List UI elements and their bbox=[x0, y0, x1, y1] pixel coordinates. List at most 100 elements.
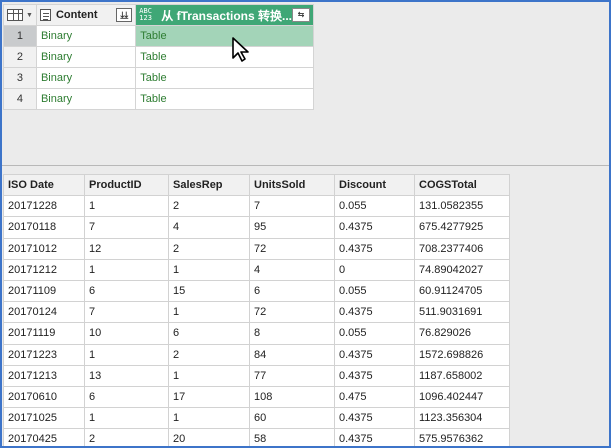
table-cell: 1 bbox=[84, 258, 169, 281]
column-header: SalesRep bbox=[168, 173, 250, 197]
table-row: 20171213 13 1 77 0.4375 1187.658002 bbox=[3, 364, 510, 387]
table-cell: 6 bbox=[84, 385, 169, 409]
table-cell: 0.055 bbox=[334, 279, 415, 303]
table-cell: 1187.658002 bbox=[414, 364, 510, 387]
table-cell: 20 bbox=[168, 428, 250, 446]
chevron-down-icon: ▼ bbox=[26, 11, 33, 19]
table-cell: 0.4375 bbox=[334, 216, 415, 239]
table-cell: 0.4375 bbox=[334, 237, 415, 260]
table-row: 20171025 1 1 60 0.4375 1123.356304 bbox=[3, 407, 510, 430]
table-cell: 1123.356304 bbox=[414, 407, 510, 430]
column-header: COGSTotal bbox=[414, 173, 510, 197]
table-cell: 20171012 bbox=[3, 237, 85, 260]
table-cell: 72 bbox=[249, 301, 335, 324]
table-cell: 1572.698826 bbox=[414, 343, 510, 366]
table-link-cell[interactable]: Table bbox=[135, 25, 314, 47]
column-header: ISO Date bbox=[3, 173, 85, 197]
table-cell: 0 bbox=[334, 258, 415, 281]
column-header: Discount bbox=[334, 173, 415, 197]
table-cell: 13 bbox=[84, 364, 169, 387]
table-cell: 95 bbox=[249, 216, 335, 239]
table-row: 20170124 7 1 72 0.4375 511.9031691 bbox=[3, 301, 510, 324]
column-header: ProductID bbox=[84, 173, 169, 197]
abc-123-icon[interactable]: ABC 123 bbox=[139, 8, 157, 22]
table-cell: 8 bbox=[249, 322, 335, 345]
table-cell: 1 bbox=[168, 301, 250, 324]
table-cell: 0.475 bbox=[334, 385, 415, 409]
table-cell: 511.9031691 bbox=[414, 301, 510, 324]
table-cell: 7 bbox=[84, 301, 169, 324]
table-cell: 20170425 bbox=[3, 428, 85, 446]
table-cell: 2 bbox=[84, 428, 169, 446]
row-number[interactable]: 4 bbox=[3, 88, 37, 110]
table-cell: 2 bbox=[168, 195, 250, 218]
table-cell: 20171228 bbox=[3, 195, 85, 218]
table-cell: 76.829026 bbox=[414, 322, 510, 345]
table-cell: 0.4375 bbox=[334, 301, 415, 324]
table-row: 20171109 6 15 6 0.055 60.91124705 bbox=[3, 279, 510, 303]
table-cell: 20171223 bbox=[3, 343, 85, 366]
query-results-grid: ▼ Content ⤓⤓ ABC 123 从 fTransactions 转换.… bbox=[3, 4, 314, 110]
pane-divider[interactable] bbox=[2, 165, 609, 166]
table-row[interactable]: 4 Binary Table bbox=[3, 88, 314, 110]
table-row[interactable]: 3 Binary Table bbox=[3, 67, 314, 89]
row-number[interactable]: 2 bbox=[3, 46, 37, 68]
table-cell: 675.4277925 bbox=[414, 216, 510, 239]
table-row: 20171223 1 2 84 0.4375 1572.698826 bbox=[3, 343, 510, 366]
row-number[interactable]: 3 bbox=[3, 67, 37, 89]
table-cell: 575.9576362 bbox=[414, 428, 510, 446]
table-cell: 20171213 bbox=[3, 364, 85, 387]
table-menu-corner[interactable]: ▼ bbox=[3, 4, 37, 26]
column-header: UnitsSold bbox=[249, 173, 335, 197]
column-header-label: 从 fTransactions 转换... bbox=[161, 8, 292, 23]
table-cell: 6 bbox=[249, 279, 335, 303]
table-cell: 20171119 bbox=[3, 322, 85, 345]
expand-column-icon[interactable]: ⇆ bbox=[292, 8, 310, 22]
table-cell: 131.0582355 bbox=[414, 195, 510, 218]
table-cell: 10 bbox=[84, 322, 169, 345]
table-cell: 12 bbox=[84, 237, 169, 260]
content-cell[interactable]: Binary bbox=[35, 25, 137, 47]
table-link-cell[interactable]: Table bbox=[135, 67, 314, 89]
table-icon bbox=[7, 9, 23, 21]
table-link-cell[interactable]: Table bbox=[135, 88, 314, 110]
table-row: 20171228 1 2 7 0.055 131.0582355 bbox=[3, 195, 510, 218]
table-cell: 20171212 bbox=[3, 258, 85, 281]
combine-files-icon[interactable]: ⤓⤓ bbox=[116, 8, 133, 22]
table-cell: 1 bbox=[168, 258, 250, 281]
table-row: 20171012 12 2 72 0.4375 708.2377406 bbox=[3, 237, 510, 260]
table-cell: 0.055 bbox=[334, 195, 415, 218]
table-cell: 20171109 bbox=[3, 279, 85, 303]
table-cell: 20170118 bbox=[3, 216, 85, 239]
table-cell: 4 bbox=[249, 258, 335, 281]
content-cell[interactable]: Binary bbox=[35, 88, 137, 110]
power-query-preview: ▼ Content ⤓⤓ ABC 123 从 fTransactions 转换.… bbox=[0, 0, 611, 448]
content-cell[interactable]: Binary bbox=[35, 46, 137, 68]
table-row[interactable]: 1 Binary Table bbox=[3, 25, 314, 47]
table-cell: 108 bbox=[249, 385, 335, 409]
column-header-transform[interactable]: ABC 123 从 fTransactions 转换... ⇆ bbox=[135, 4, 314, 26]
row-number[interactable]: 1 bbox=[3, 25, 37, 47]
table-cell: 2 bbox=[168, 343, 250, 366]
list-icon bbox=[39, 9, 51, 21]
content-cell[interactable]: Binary bbox=[35, 67, 137, 89]
table-row: 20171212 1 1 4 0 74.89042027 bbox=[3, 258, 510, 281]
table-link-cell[interactable]: Table bbox=[135, 46, 314, 68]
file-preview-table: ISO Date ProductID SalesRep UnitsSold Discou… bbox=[3, 173, 510, 446]
column-header-content[interactable]: Content ⤓⤓ bbox=[35, 4, 137, 26]
table-cell: 2 bbox=[168, 237, 250, 260]
table-cell: 0.4375 bbox=[334, 407, 415, 430]
table-cell: 15 bbox=[168, 279, 250, 303]
table-row[interactable]: 2 Binary Table bbox=[3, 46, 314, 68]
mouse-cursor-icon bbox=[232, 37, 249, 62]
table-cell: 6 bbox=[84, 279, 169, 303]
table-row: 20171119 10 6 8 0.055 76.829026 bbox=[3, 322, 510, 345]
table-cell: 20170124 bbox=[3, 301, 85, 324]
table-cell: 1 bbox=[84, 343, 169, 366]
table-cell: 0.4375 bbox=[334, 364, 415, 387]
table-cell: 708.2377406 bbox=[414, 237, 510, 260]
table-cell: 0.4375 bbox=[334, 343, 415, 366]
table-row: 20170610 6 17 108 0.475 1096.402447 bbox=[3, 385, 510, 409]
column-header-label: Content bbox=[55, 9, 98, 21]
table-cell: 20170610 bbox=[3, 385, 85, 409]
